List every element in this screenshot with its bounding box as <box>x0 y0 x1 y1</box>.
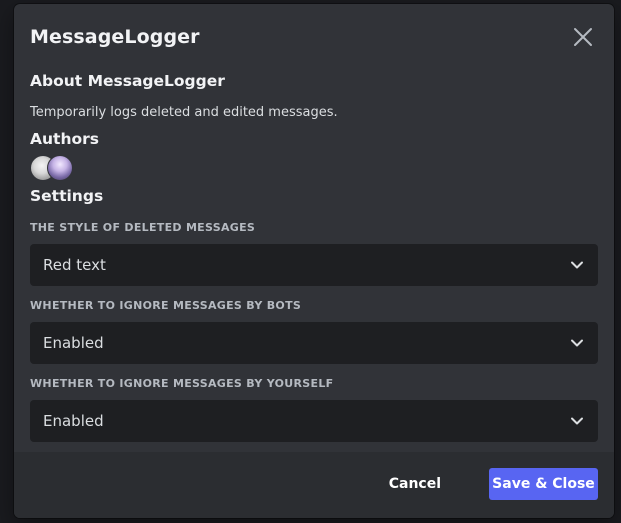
cancel-button[interactable]: Cancel <box>373 468 457 500</box>
close-icon <box>574 28 592 46</box>
author-avatars <box>30 155 90 181</box>
deleted-style-select[interactable]: Red text <box>30 244 598 286</box>
chevron-down-icon <box>570 258 584 272</box>
modal-title: MessageLogger <box>30 26 200 48</box>
ignore-self-select[interactable]: Enabled <box>30 400 598 442</box>
chevron-down-icon <box>570 336 584 350</box>
ignore-self-value: Enabled <box>43 412 104 430</box>
save-and-close-button[interactable]: Save & Close <box>489 468 598 500</box>
modal-header: MessageLogger <box>14 4 614 70</box>
deleted-style-label: THE STYLE OF DELETED MESSAGES <box>30 221 256 234</box>
modal-footer: Cancel Save & Close <box>14 452 614 518</box>
ignore-self-label: WHETHER TO IGNORE MESSAGES BY YOURSELF <box>30 377 334 390</box>
plugin-settings-modal: MessageLogger About MessageLogger Tempor… <box>14 4 614 518</box>
settings-title: Settings <box>30 187 104 205</box>
ignore-bots-label: WHETHER TO IGNORE MESSAGES BY BOTS <box>30 299 302 312</box>
ignore-bots-value: Enabled <box>43 334 104 352</box>
about-title: About MessageLogger <box>30 72 225 90</box>
deleted-style-value: Red text <box>43 256 106 274</box>
ignore-bots-select[interactable]: Enabled <box>30 322 598 364</box>
close-button[interactable] <box>570 24 596 50</box>
about-description: Temporarily logs deleted and edited mess… <box>30 105 338 120</box>
chevron-down-icon <box>570 414 584 428</box>
author-avatar[interactable] <box>47 155 73 181</box>
authors-title: Authors <box>30 130 99 148</box>
